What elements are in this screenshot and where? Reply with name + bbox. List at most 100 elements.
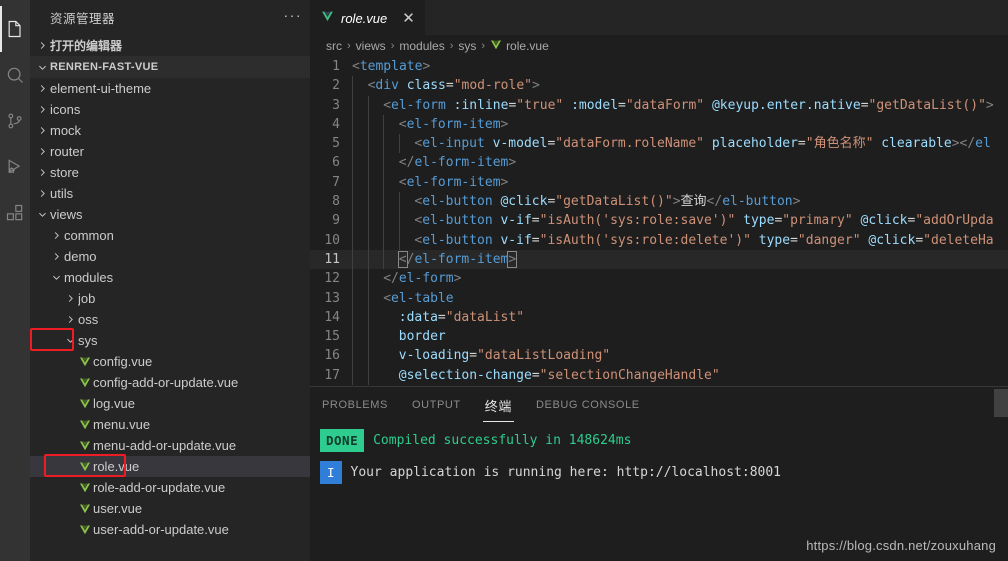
tree-item-label: role.vue — [93, 459, 140, 474]
tree-folder-common[interactable]: common — [30, 225, 310, 246]
tree-folder-utils[interactable]: utils — [30, 183, 310, 204]
tree-folder-element-ui-theme[interactable]: element-ui-theme — [30, 78, 310, 99]
code-text: <el-button v-if="isAuth('sys:role:save')… — [414, 213, 994, 229]
activity-source-control-icon[interactable] — [0, 98, 30, 144]
close-icon[interactable]: ✕ — [402, 11, 415, 26]
tab-role-vue[interactable]: role.vue ✕ — [310, 0, 425, 35]
code-editor[interactable]: 1 <template> 2 <div class="mod-role"> 3 <el-f… — [310, 57, 1008, 386]
chevron-right-icon[interactable] — [48, 230, 64, 241]
panel-tab-output[interactable]: OUTPUT — [410, 391, 463, 418]
code-line-2: 2 <div class="mod-role"> — [310, 76, 1008, 96]
more-actions-icon[interactable]: ··· — [284, 8, 303, 26]
tree-item-label: router — [50, 144, 84, 159]
indent-guides — [352, 134, 414, 154]
activity-search-icon[interactable] — [0, 52, 30, 98]
activity-extensions-icon[interactable] — [0, 190, 30, 236]
tree-item-label: user-add-or-update.vue — [93, 522, 229, 537]
open-editors-section[interactable]: 打开的编辑器 — [30, 35, 310, 56]
indent-guides — [352, 365, 399, 386]
vue-file-icon — [76, 524, 93, 536]
tree-item-label: job — [78, 291, 96, 306]
line-number: 16 — [324, 348, 340, 364]
activity-run-debug-icon[interactable] — [0, 144, 30, 190]
tree-folder-modules[interactable]: modules — [30, 267, 310, 288]
breadcrumb-separator: › — [347, 40, 351, 52]
tree-folder-sys[interactable]: sys — [30, 330, 310, 351]
code-line-9: 9 <el-button v-if="isAuth('sys:role:save'… — [310, 211, 1008, 231]
tree-folder-router[interactable]: router — [30, 141, 310, 162]
tree-folder-job[interactable]: job — [30, 288, 310, 309]
code-text: </el-form-item> — [397, 250, 518, 268]
tree-folder-oss[interactable]: oss — [30, 309, 310, 330]
tree-item-label: common — [64, 228, 114, 243]
panel-tab-debug-console[interactable]: DEBUG CONSOLE — [534, 391, 642, 418]
tree-file-config-vue[interactable]: config.vue — [30, 351, 310, 372]
tree-file-user-vue[interactable]: user.vue — [30, 498, 310, 519]
breadcrumb-item-src[interactable]: src — [326, 39, 342, 53]
chevron-right-icon[interactable] — [62, 293, 78, 304]
editor-tabs: role.vue ✕ — [310, 0, 1008, 35]
panel-tab-终端[interactable]: 终端 — [482, 388, 515, 422]
tree-file-config-add-or-update-vue[interactable]: config-add-or-update.vue — [30, 372, 310, 393]
breadcrumb-separator: › — [449, 40, 454, 52]
breadcrumb-item-modules[interactable]: modules — [399, 39, 444, 53]
chevron-down-icon[interactable] — [48, 272, 64, 283]
chevron-right-icon[interactable] — [34, 125, 50, 136]
open-editors-label: 打开的编辑器 — [50, 39, 123, 53]
breadcrumb: src › views › modules › sys › role.vue — [310, 35, 1008, 57]
chevron-down-icon[interactable] — [34, 209, 50, 220]
tree-folder-icons[interactable]: icons — [30, 99, 310, 120]
file-tree: element-ui-theme icons mock router store util… — [30, 78, 310, 540]
tree-file-menu-vue[interactable]: menu.vue — [30, 414, 310, 435]
breadcrumb-item-role-vue[interactable]: role.vue — [490, 39, 549, 54]
indent-guides — [352, 76, 368, 96]
tree-item-label: config-add-or-update.vue — [93, 375, 239, 390]
indent-guides — [352, 269, 383, 289]
bottom-panel: PROBLEMS OUTPUT 终端 DEBUG CONSOLE DONE Compi… — [310, 386, 1008, 561]
tree-folder-views[interactable]: views — [30, 204, 310, 225]
vue-icon — [490, 39, 502, 54]
code-text: <el-button @click="getDataList()">查询</el… — [414, 194, 801, 210]
project-root-row[interactable]: RENREN-FAST-VUE — [30, 56, 310, 78]
tree-item-label: icons — [50, 102, 81, 117]
line-number: 13 — [324, 290, 340, 306]
code-text: border — [398, 329, 446, 345]
chevron-down-icon[interactable] — [62, 335, 78, 346]
info-badge: I — [320, 461, 342, 484]
tree-file-user-add-or-update-vue[interactable]: user-add-or-update.vue — [30, 519, 310, 540]
tab-label: role.vue — [341, 10, 388, 26]
panel-tab-problems[interactable]: PROBLEMS — [320, 391, 390, 418]
chevron-down-icon — [34, 62, 50, 73]
breadcrumb-label: src — [326, 39, 342, 53]
chevron-right-icon[interactable] — [34, 188, 50, 199]
chevron-right-icon[interactable] — [62, 314, 78, 325]
chevron-right-icon[interactable] — [48, 251, 64, 262]
tree-file-log-vue[interactable]: log.vue — [30, 393, 310, 414]
chevron-right-icon[interactable] — [34, 83, 50, 94]
vue-file-icon — [76, 377, 93, 389]
tree-item-label: store — [50, 165, 79, 180]
tree-folder-mock[interactable]: mock — [30, 120, 310, 141]
code-line-11: 11 </el-form-item> — [310, 249, 1008, 270]
code-line-7: 7 <el-form-item> — [310, 172, 1008, 193]
activity-explorer-icon[interactable] — [0, 6, 30, 52]
code-lines: 1 <template> 2 <div class="mod-role"> 3 <el-f… — [310, 57, 1008, 386]
tree-folder-store[interactable]: store — [30, 162, 310, 183]
chevron-right-icon[interactable] — [34, 167, 50, 178]
code-text: <el-form-item> — [398, 116, 509, 132]
tree-file-menu-add-or-update-vue[interactable]: menu-add-or-update.vue — [30, 435, 310, 456]
chevron-right-icon[interactable] — [34, 146, 50, 157]
tree-item-label: mock — [50, 123, 82, 138]
code-line-1: 1 <template> — [310, 57, 1008, 76]
breadcrumb-item-sys[interactable]: sys — [458, 39, 476, 53]
tree-file-role-vue[interactable]: role.vue — [30, 456, 310, 477]
code-line-17: 17 @selection-change="selectionChangeHand… — [310, 365, 1008, 386]
tree-folder-demo[interactable]: demo — [30, 246, 310, 267]
indent-guides — [352, 114, 399, 135]
tree-item-label: menu-add-or-update.vue — [93, 438, 237, 453]
breadcrumb-item-views[interactable]: views — [356, 39, 386, 53]
tree-file-role-add-or-update-vue[interactable]: role-add-or-update.vue — [30, 477, 310, 498]
indent-guides — [352, 307, 399, 328]
panel-scrollbar[interactable] — [994, 389, 1008, 417]
chevron-right-icon[interactable] — [34, 104, 50, 115]
